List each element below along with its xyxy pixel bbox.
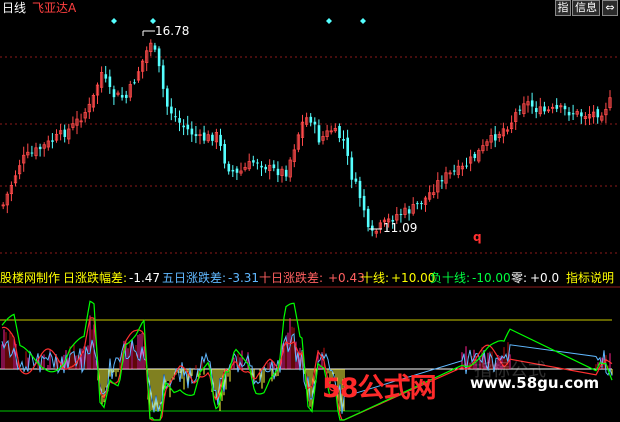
candle-body [563,105,567,110]
daily-diff-label: 日涨跌幅差: [63,271,128,285]
candle-body [366,208,370,228]
candle-body [202,132,206,141]
ten-day-diff-label: 十日涨跌差: [259,271,324,285]
candle-body [362,195,366,211]
candlestick-series[interactable] [1,30,612,238]
candle-body [223,144,226,164]
candle-body [178,118,181,123]
switch-arrow-button[interactable]: ⇔ [602,0,618,16]
candle-body [125,94,128,98]
low-price-label: 11.09 [383,221,418,235]
candle-body [350,157,354,180]
daily-diff-value: -1.47 [129,271,161,285]
candle-body [256,162,259,164]
candle-body [170,106,173,114]
candle-body [252,160,255,163]
candle-body [211,134,214,141]
candle-body [346,137,349,156]
signal-diamond [111,18,117,24]
candle-body [133,82,136,84]
candle-body [596,109,600,118]
signal-diamond [360,18,366,24]
indicator-title-bar: 股楼网制作 日涨跌幅差: -1.47 五日涨跌差: -3.31 十日涨跌差: +… [0,270,620,287]
candle-body [399,214,403,216]
candle-body [580,112,583,117]
upper-line-value: +10.00 [391,271,436,285]
candle-body [571,113,575,115]
candle-body [543,106,546,112]
candle-body [358,180,362,199]
zero-line-label: 零: [511,271,528,285]
info-button[interactable]: 信息 [572,0,600,16]
candle-body [371,225,374,231]
candle-body [166,88,169,107]
stock-chart-window: 日线 飞亚达A 指 信息 ⇔ 16.78 11.09 q 股楼网制作 日涨跌幅差… [0,0,620,422]
candle-body [260,165,263,168]
candle-body [309,116,313,123]
price-grid [0,56,620,254]
period-label[interactable]: 日线 [2,0,26,16]
candle-body [63,129,67,137]
signal-diamond [326,18,332,24]
candle-body [313,121,317,125]
candle-body [317,125,321,143]
candle-body [555,104,559,109]
candle-body [157,48,161,67]
candle-body [194,134,198,137]
candle-body [567,111,571,116]
candle-body [354,178,358,182]
candle-body [420,203,423,205]
indicator-help-link[interactable]: 指标说明 [566,270,614,287]
candle-body [38,146,42,150]
candle-body [153,45,157,50]
candle-body [272,164,276,169]
candle-body [104,74,108,79]
watermark-logo: 58公式网 [322,373,437,404]
candle-body [231,169,235,172]
candle-body [190,128,194,135]
q-marker: q [473,230,482,244]
lower-line-value: -10.00 [472,271,511,285]
candle-body [30,152,34,154]
candle-body [219,134,222,146]
candle-body [338,126,341,139]
candle-body [264,166,267,170]
candle-body [108,76,112,88]
zero-line-value: +0.0 [530,271,560,285]
indicator-author: 股楼网制作 [0,271,61,285]
candle-body [276,168,280,176]
candle-body [120,95,124,98]
candle-body [494,134,497,141]
candle-body [161,65,165,89]
watermark-url[interactable]: www.58gu.com [470,374,599,392]
upper-line-label: 十线: [361,271,390,285]
candle-body [342,139,345,141]
indicator-button[interactable]: 指 [555,0,571,16]
signal-markers [111,18,366,24]
candle-body [465,165,468,167]
candle-body [473,153,477,159]
candle-body [284,169,288,177]
candle-body [453,170,456,172]
candle-body [416,203,419,205]
five-day-diff-label: 五日涨跌差: [162,271,227,285]
candle-body [174,116,177,118]
candle-body [518,109,522,111]
candle-body [440,180,444,182]
candle-body [235,168,239,173]
candle-body [51,140,54,142]
candle-body [227,163,231,172]
stock-name[interactable]: 飞亚达A [32,0,76,16]
candle-body [407,209,411,214]
candle-body [182,125,185,128]
high-price-label: 16.78 [155,24,190,38]
lower-line-label: 负十线: [430,271,471,285]
candle-body [530,100,534,107]
ten-day-diff-value: +0.43 [328,271,365,285]
candle-body [186,124,190,130]
five-day-diff-value: -3.31 [228,271,260,285]
candle-body [112,89,116,98]
candle-body [535,108,538,113]
